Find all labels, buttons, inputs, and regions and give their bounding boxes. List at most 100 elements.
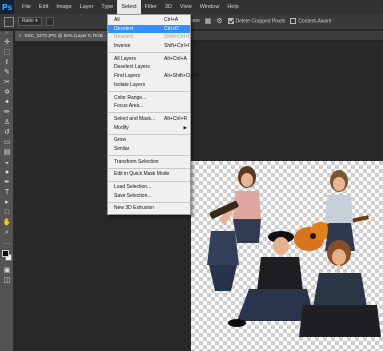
menu-item-find-layers[interactable]: Find Layers Alt+Shift+Ctrl+F [108, 72, 199, 81]
pen-tool-icon[interactable]: ✒ [0, 177, 14, 187]
lasso-tool-icon[interactable]: ℓ [0, 57, 14, 67]
menu-separator [108, 201, 190, 203]
delete-cropped-pixels-label: Delete Cropped Pixels [235, 18, 286, 25]
options-bar: Ratio ▾ ighten ▦ ⚙ Delete Cropped Pixels… [0, 14, 383, 30]
menu-item-select-and-mask[interactable]: Select and Mask... Alt+Ctrl+R [108, 115, 190, 124]
rectangle-tool-icon[interactable]: □ [0, 207, 14, 217]
menu-item-new-3d-extrusion[interactable]: New 3D Extrusion [108, 204, 190, 213]
clone-stamp-tool-icon[interactable]: ♙ [0, 117, 14, 127]
brush-tool-icon[interactable]: ✏ [0, 107, 14, 117]
standing-figure-back-image [207, 231, 239, 291]
menu-separator [108, 155, 190, 157]
delete-cropped-pixels-checkbox[interactable] [227, 17, 234, 24]
gradient-tool-icon[interactable]: ▤ [0, 147, 14, 157]
blur-tool-icon[interactable]: ◒ [0, 157, 14, 167]
menu-item-label: All Layers [114, 55, 136, 62]
menu-item-label: Transform Selection [114, 158, 159, 165]
menu-item-label: Inverse [114, 43, 131, 50]
menu-separator [108, 180, 190, 182]
menu-item-modify[interactable]: Modify ▶ [108, 124, 190, 133]
menu-window[interactable]: Window [196, 0, 224, 14]
crop-settings-gear-icon[interactable]: ⚙ [216, 17, 222, 25]
marquee-tool-icon[interactable]: ⬚ [0, 47, 14, 57]
menu-item-all-layers[interactable]: All Layers Alt+Ctrl+A [108, 55, 190, 64]
menu-item-label: Select and Mask... [114, 115, 156, 122]
overlay-grid-icon[interactable]: ▦ [205, 17, 212, 25]
menu-item-transform-selection[interactable]: Transform Selection [108, 158, 190, 167]
menu-help[interactable]: Help [223, 0, 242, 14]
menu-view[interactable]: View [176, 0, 196, 14]
menu-item-isolate-layers[interactable]: Isolate Layers [108, 81, 190, 90]
color-swatches[interactable] [0, 249, 13, 265]
menu-type[interactable]: Type [97, 0, 117, 14]
menu-item-label: New 3D Extrusion [114, 205, 155, 212]
menu-item-save-selection[interactable]: Save Selection... [108, 192, 190, 201]
menu-bar: Ps File Edit Image Layer Type Select Filter 3D V… [0, 0, 383, 14]
photo-layer [207, 166, 381, 337]
eraser-tool-icon[interactable]: ▭ [0, 137, 14, 147]
menu-item-load-selection[interactable]: Load Selection... [108, 183, 190, 192]
zoom-tool-icon[interactable]: ⌕ [0, 227, 14, 237]
menu-layer[interactable]: Layer [76, 0, 98, 14]
close-tab-icon[interactable]: × [19, 33, 22, 38]
ratio-dropdown[interactable]: Ratio ▾ [18, 17, 42, 26]
menu-separator [108, 91, 190, 92]
delete-cropped-pixels-option[interactable]: Delete Cropped Pixels [227, 17, 286, 25]
history-brush-tool-icon[interactable]: ↺ [0, 127, 14, 137]
crop-tool-icon[interactable]: ✂ [0, 77, 14, 87]
eyedropper-tool-icon[interactable]: ✡ [0, 87, 14, 97]
screen-mode-icon[interactable]: ◫ [0, 275, 14, 285]
menu-item-all[interactable]: All Ctrl+A [108, 16, 190, 25]
menu-file[interactable]: File [18, 0, 35, 14]
menu-item-inverse[interactable]: Inverse Shift+Ctrl+I [108, 42, 190, 51]
standing-girl-right-image [325, 170, 355, 251]
move-tool-icon[interactable]: ✛ [0, 37, 14, 47]
menu-item-shortcut: Alt+Ctrl+R [164, 115, 188, 122]
hand-tool-icon[interactable]: ✋ [0, 217, 14, 227]
options-bar-right: ighten ▦ ⚙ Delete Cropped Pixels Content… [186, 17, 332, 25]
menu-3d[interactable]: 3D [161, 0, 176, 14]
menu-item-similar[interactable]: Similar [108, 145, 190, 154]
select-menu-dropdown: All Ctrl+A Deselect Ctrl+D Reselect Shift+Ctr… [107, 14, 199, 216]
ratio-label: Ratio [22, 18, 34, 24]
quick-mask-icon[interactable]: ▣ [0, 265, 14, 275]
menu-item-label: Reselect [114, 34, 134, 41]
content-aware-label: Content-Aware [298, 18, 332, 25]
more-tools-tool-icon[interactable]: … [0, 237, 14, 247]
menu-separator [108, 112, 190, 114]
menu-edit[interactable]: Edit [35, 0, 52, 14]
sitting-girl-flute-image [299, 240, 381, 337]
menu-item-label: Isolate Layers [114, 81, 146, 88]
document-canvas[interactable] [191, 161, 383, 351]
path-selection-tool-icon[interactable]: ▸ [0, 197, 14, 207]
menu-item-label: All [114, 17, 120, 23]
document-tab[interactable]: × DSC_5273.JPG @ 50% (Layer 0, RGB [15, 31, 108, 41]
foreground-color-swatch[interactable] [2, 250, 9, 257]
menu-item-label: Edit in Quick Mask Mode [114, 171, 170, 178]
menu-item-label: Grow [114, 137, 126, 144]
menu-item-grow[interactable]: Grow [108, 136, 190, 145]
menu-item-deselect-layers[interactable]: Deselect Layers [108, 63, 190, 72]
crop-tool-preset-icon[interactable] [4, 16, 14, 27]
menu-select[interactable]: Select [117, 0, 141, 14]
menu-image[interactable]: Image [52, 0, 75, 14]
quick-selection-tool-icon[interactable]: ✎ [0, 67, 14, 77]
menu-item-label: Load Selection... [114, 184, 152, 190]
menu-item-focus-area[interactable]: Focus Area... [108, 102, 190, 111]
menu-item-color-range[interactable]: Color Range... [108, 94, 190, 103]
content-aware-checkbox[interactable] [290, 17, 297, 24]
workspace[interactable] [15, 41, 383, 351]
menu-item-deselect[interactable]: Deselect Ctrl+D [108, 24, 190, 34]
menu-item-edit-in-quick-mask-mode[interactable]: Edit in Quick Mask Mode [108, 170, 190, 179]
menu-filter[interactable]: Filter [141, 0, 161, 14]
content-aware-option[interactable]: Content-Aware [290, 17, 332, 25]
menu-item-label: Similar [114, 145, 130, 152]
menu-separator [108, 133, 190, 135]
spot-healing-tool-icon[interactable]: ✦ [0, 97, 14, 107]
type-tool-icon[interactable]: T [0, 187, 14, 197]
ratio-width-field[interactable] [45, 17, 54, 26]
dodge-tool-icon[interactable]: ● [0, 167, 14, 177]
menu-separator [108, 52, 190, 54]
menu-item-reselect[interactable]: Reselect Shift+Ctrl+D [108, 33, 191, 42]
menu-item-label: Deselect Layers [114, 64, 150, 71]
